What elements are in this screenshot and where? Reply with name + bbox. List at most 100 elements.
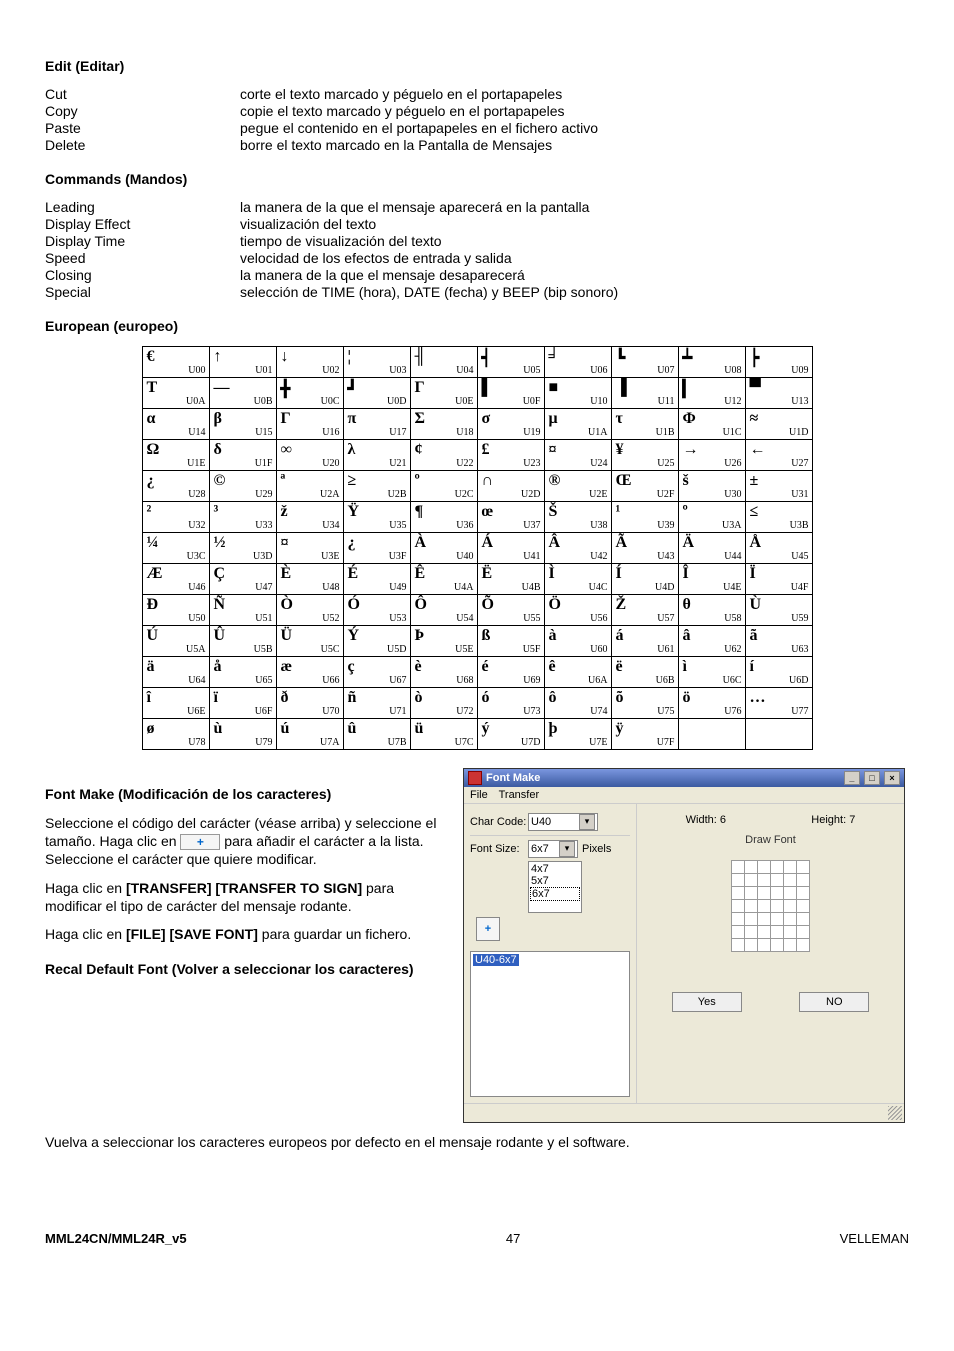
glyph-symbol: ú xyxy=(281,720,290,738)
glyph-cell: ▀U13 xyxy=(745,378,812,409)
glyph-symbol: ¢ xyxy=(415,441,423,459)
glyph-code: U68 xyxy=(456,675,473,686)
glyph-symbol: é xyxy=(482,658,489,676)
glyph-symbol: À xyxy=(415,534,427,552)
tree-item[interactable]: U40-6x7 xyxy=(473,954,519,966)
glyph-code: U3C xyxy=(187,551,206,562)
glyph-cell: ÌU4C xyxy=(544,564,611,595)
glyph-cell: ®U2E xyxy=(544,471,611,502)
glyph-code: U07 xyxy=(657,365,674,376)
glyph-cell: ÀU40 xyxy=(410,533,477,564)
glyph-code: U12 xyxy=(724,396,741,407)
menu-file[interactable]: File xyxy=(470,789,488,801)
glyph-code: U70 xyxy=(322,706,339,717)
glyph-cell: ËU4B xyxy=(477,564,544,595)
glyph-symbol: λ xyxy=(348,441,356,459)
glyph-code: U10 xyxy=(590,396,607,407)
yes-button[interactable]: Yes xyxy=(672,992,742,1012)
glyph-symbol: ä xyxy=(147,658,155,676)
definition-term: Leading xyxy=(45,199,240,215)
glyph-symbol: Ü xyxy=(281,627,293,645)
glyph-symbol: ▌ xyxy=(482,379,493,397)
glyph-code: U51 xyxy=(255,613,272,624)
glyph-code: U63 xyxy=(791,644,808,655)
glyph-cell: øU78 xyxy=(142,719,209,750)
resize-grip-icon[interactable] xyxy=(888,1106,902,1120)
glyph-cell: ¿U3F xyxy=(343,533,410,564)
add-char-button[interactable]: + xyxy=(476,917,500,941)
fontsize-combo[interactable]: 6x7▾ xyxy=(528,840,578,858)
glyph-code: U4F xyxy=(791,582,809,593)
glyph-cell: ―U0B xyxy=(209,378,276,409)
glyph-symbol: º xyxy=(683,503,688,521)
char-tree[interactable]: U40-6x7 xyxy=(470,951,630,1097)
menu-transfer[interactable]: Transfer xyxy=(499,789,540,801)
glyph-cell: £U23 xyxy=(477,440,544,471)
pixel-grid[interactable] xyxy=(731,860,810,952)
no-button[interactable]: NO xyxy=(799,992,869,1012)
glyph-cell: ªU2A xyxy=(276,471,343,502)
glyph-symbol: τ xyxy=(616,410,623,428)
definition-desc: pegue el contenido en el portapapeles en… xyxy=(240,120,909,136)
fontmake-p3: Haga clic en [FILE] [SAVE FONT] para gua… xyxy=(45,925,445,943)
glyph-cell: óU73 xyxy=(477,688,544,719)
glyph-symbol: Þ xyxy=(415,627,425,645)
glyph-symbol: Ñ xyxy=(214,596,226,614)
glyph-cell: ¤U3E xyxy=(276,533,343,564)
glyph-symbol: ª xyxy=(281,472,286,490)
glyph-code: U1D xyxy=(789,427,808,438)
glyph-cell: ÖU56 xyxy=(544,595,611,626)
glyph-cell: …U77 xyxy=(745,688,812,719)
chevron-down-icon[interactable]: ▾ xyxy=(559,841,575,857)
definition-term: Cut xyxy=(45,86,240,102)
fontsize-list[interactable]: 4x7 5x7 6x7 xyxy=(528,861,582,913)
glyph-symbol: £ xyxy=(482,441,490,459)
glyph-code: U72 xyxy=(456,706,473,717)
glyph-code: U39 xyxy=(657,520,674,531)
glyph-code: U2C xyxy=(455,489,474,500)
glyph-cell: ÜU5C xyxy=(276,626,343,657)
glyph-code: U5D xyxy=(387,644,406,655)
glyph-symbol: ß xyxy=(482,627,491,645)
glyph-code: U57 xyxy=(657,613,674,624)
maximize-button[interactable]: □ xyxy=(864,771,880,785)
definition-term: Display Effect xyxy=(45,216,240,232)
glyph-code: U64 xyxy=(188,675,205,686)
glyph-symbol: è xyxy=(415,658,422,676)
glyph-cell: Ñ U51 xyxy=(209,595,276,626)
glyph-cell: ¤U24 xyxy=(544,440,611,471)
glyph-code: U2E xyxy=(589,489,607,500)
glyph-cell: ÆU46 xyxy=(142,564,209,595)
glyph-code: U01 xyxy=(255,365,272,376)
glyph-symbol: Τ xyxy=(147,379,158,397)
glyph-cell: ÍU4D xyxy=(611,564,678,595)
window-titlebar: Font Make _ □ × xyxy=(464,769,904,787)
glyph-code: U7E xyxy=(589,737,607,748)
glyph-cell: ²U32 xyxy=(142,502,209,533)
glyph-cell: è U68 xyxy=(410,657,477,688)
glyph-code: U0D xyxy=(387,396,406,407)
glyph-code: U58 xyxy=(724,613,741,624)
glyph-code: U32 xyxy=(188,520,205,531)
chevron-down-icon[interactable]: ▾ xyxy=(579,814,595,830)
glyph-cell: ëU6B xyxy=(611,657,678,688)
glyph-code: U4E xyxy=(723,582,741,593)
glyph-cell: ┷U08 xyxy=(678,347,745,378)
definition-row: Closingla manera de la que el mensaje de… xyxy=(45,267,909,283)
glyph-symbol: Ò xyxy=(281,596,293,614)
glyph-code: U60 xyxy=(590,644,607,655)
glyph-symbol: ¿ xyxy=(147,472,155,490)
close-button[interactable]: × xyxy=(884,771,900,785)
glyph-code: U6A xyxy=(588,675,607,686)
glyph-symbol: î xyxy=(147,689,151,707)
glyph-code: U7C xyxy=(455,737,474,748)
charcode-combo[interactable]: U40▾ xyxy=(528,813,598,831)
glyph-cell: λU21 xyxy=(343,440,410,471)
glyph-symbol: ò xyxy=(415,689,423,707)
glyph-symbol: á xyxy=(616,627,624,645)
glyph-code: U3F xyxy=(389,551,407,562)
glyph-cell: þU7E xyxy=(544,719,611,750)
height-label: Height: 7 xyxy=(811,814,855,826)
minimize-button[interactable]: _ xyxy=(844,771,860,785)
glyph-symbol: ç xyxy=(348,658,355,676)
